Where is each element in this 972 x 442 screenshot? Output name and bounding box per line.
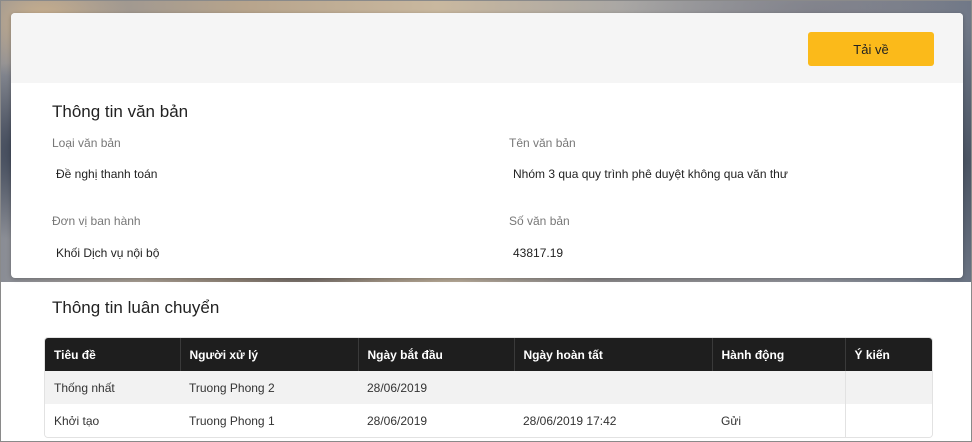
card-toolbar: Tải về bbox=[11, 13, 963, 83]
cell-comment bbox=[844, 371, 932, 404]
column-header-action[interactable]: Hành động bbox=[712, 338, 846, 371]
doc-name-value: Nhóm 3 qua quy trình phê duyệt không qua… bbox=[513, 167, 788, 181]
column-header-start-date[interactable]: Ngày bắt đầu bbox=[358, 338, 515, 371]
download-button[interactable]: Tải về bbox=[808, 32, 934, 66]
cell-start-date: 28/06/2019 bbox=[367, 413, 428, 428]
cell-action: Gửi bbox=[721, 413, 742, 428]
cell-end-date bbox=[514, 371, 712, 404]
cell-action bbox=[712, 371, 845, 404]
doc-name-label: Tên văn bản bbox=[509, 136, 576, 150]
doc-number-value: 43817.19 bbox=[513, 246, 564, 260]
column-header-comment[interactable]: Ý kiến bbox=[845, 338, 932, 371]
cell-comment bbox=[844, 404, 932, 437]
document-info-card: Tải về Thông tin văn bản Loại văn bản Đề… bbox=[11, 13, 963, 278]
document-info-title: Thông tin văn bản bbox=[52, 102, 189, 121]
table-row[interactable]: Khởi tạo Truong Phong 1 28/06/2019 28/06… bbox=[45, 404, 932, 437]
table-row[interactable]: Thống nhất Truong Phong 2 28/06/2019 bbox=[45, 371, 932, 404]
column-header-end-date[interactable]: Ngày hoàn tất bbox=[514, 338, 713, 371]
issuer-label: Đơn vị ban hành bbox=[52, 214, 141, 228]
cell-title: Thống nhất bbox=[54, 380, 115, 395]
circulation-title: Thông tin luân chuyển bbox=[52, 298, 220, 317]
column-header-handler[interactable]: Người xử lý bbox=[180, 338, 359, 371]
table-header-row: Tiêu đề Người xử lý Ngày bắt đầu Ngày ho… bbox=[45, 338, 932, 371]
cell-handler: Truong Phong 2 bbox=[189, 380, 275, 395]
cell-start-date: 28/06/2019 bbox=[367, 380, 428, 395]
circulation-table: Tiêu đề Người xử lý Ngày bắt đầu Ngày ho… bbox=[44, 337, 933, 438]
doc-number-label: Số văn bản bbox=[509, 214, 570, 228]
column-header-title[interactable]: Tiêu đề bbox=[45, 338, 181, 371]
cell-handler: Truong Phong 1 bbox=[189, 413, 275, 428]
issuer-value: Khối Dịch vụ nội bộ bbox=[56, 246, 160, 260]
doc-type-value: Đề nghị thanh toán bbox=[56, 167, 158, 181]
cell-title: Khởi tạo bbox=[54, 413, 100, 428]
doc-type-label: Loại văn bản bbox=[52, 136, 121, 150]
cell-end-date: 28/06/2019 17:42 bbox=[523, 413, 617, 428]
